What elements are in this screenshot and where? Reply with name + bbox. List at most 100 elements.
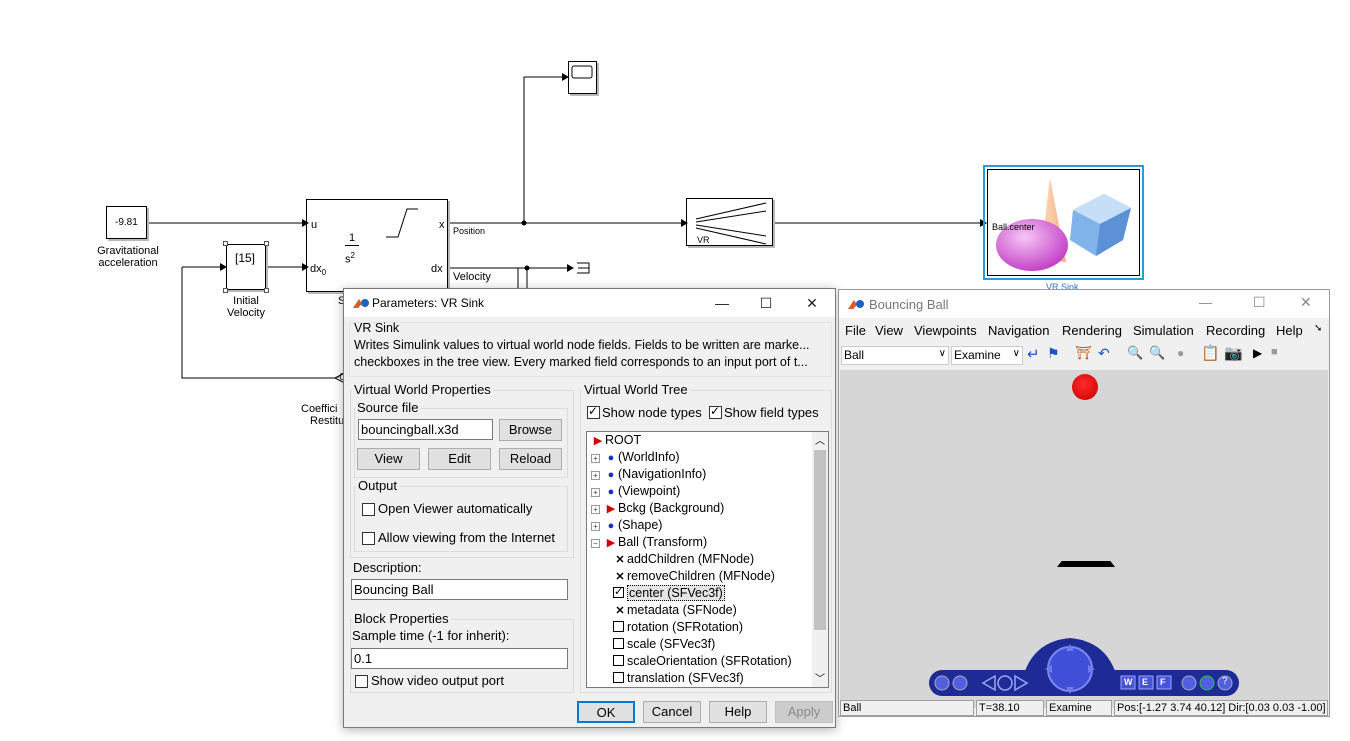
tree-item-scale[interactable]: scale (SFVec3f) [613,636,715,653]
nav-mode-select[interactable]: Examine ∨ [951,346,1023,365]
vr-block[interactable]: VR [686,198,773,246]
apply-button[interactable]: Apply [775,701,833,723]
menu-viewpoints[interactable]: Viewpoints [914,323,977,338]
show-field-types-checkbox[interactable] [709,404,722,419]
viewpoint-select[interactable]: Ball ∨ [841,346,949,365]
second-order-integrator-block[interactable]: u dx0 x dx 1 s2 [306,199,448,292]
tree-item-metadata[interactable]: ✕ metadata (SFNode) [613,602,737,619]
vw-tree[interactable]: ▶ ROOT + ● (WorldInfo) + ● (NavigationInfo) +… [586,431,829,688]
view-button[interactable]: View [357,448,420,470]
close-button[interactable]: ✕ [790,291,834,315]
field-checkbox[interactable] [613,672,624,683]
tree-item-label: addChildren (MFNode) [627,552,755,566]
menu-recording[interactable]: Recording [1206,323,1265,338]
scroll-thumb[interactable] [814,450,826,630]
navigation-panel[interactable] [925,632,1245,702]
show-node-types-checkbox[interactable] [587,404,600,419]
tree-item-label: scale (SFVec3f) [627,637,716,651]
nav-fly-button[interactable]: F [1160,677,1166,687]
help-icon[interactable]: ? [1222,676,1228,687]
stop-icon[interactable]: ■ [1271,346,1278,358]
menu-rendering[interactable]: Rendering [1062,323,1122,338]
tree-item-label: (Viewpoint) [618,484,681,498]
zoom-out-icon[interactable]: 🔍 [1149,345,1165,361]
sample-time-input[interactable]: 0.1 [351,648,568,669]
menu-file[interactable]: File [845,323,866,338]
viewer-maximize-button[interactable]: ☐ [1253,294,1266,311]
field-checkbox[interactable] [613,584,624,601]
tree-item-viewpoint[interactable]: + ● (Viewpoint) [591,483,680,500]
tree-item-center[interactable]: center (SFVec3f) [613,584,725,602]
undo-move-icon[interactable]: ↶ [1098,345,1110,362]
selection-handles [223,241,269,293]
cancel-button[interactable]: Cancel [643,701,701,723]
scroll-down-icon[interactable]: ﹀ [815,670,825,685]
maximize-button[interactable]: ☐ [744,291,788,315]
initial-velocity-label-line2: Velocity [227,307,265,319]
tree-item-scaleorientation[interactable]: scaleOrientation (SFRotation) [613,653,792,670]
tree-item-translation[interactable]: translation (SFVec3f) [613,670,744,687]
edit-button[interactable]: Edit [428,448,491,470]
expand-icon[interactable]: + [591,522,600,531]
field-checkbox[interactable] [613,638,624,649]
tree-item-bckg[interactable]: + ▶ Bckg (Background) [591,500,724,517]
port-x: x [439,219,445,231]
open-viewer-checkbox[interactable] [362,503,375,516]
description-input[interactable]: Bouncing Ball [351,579,568,600]
help-button[interactable]: Help [709,701,767,723]
tree-item-navigationinfo[interactable]: + ● (NavigationInfo) [591,466,706,483]
tree-item-removechildren[interactable]: ✕ removeChildren (MFNode) [613,568,775,585]
menu-help[interactable]: Help [1276,323,1303,338]
expand-icon[interactable]: + [591,471,600,480]
tree-item-worldinfo[interactable]: + ● (WorldInfo) [591,449,680,466]
tree-item-shape[interactable]: + ● (Shape) [591,517,662,534]
menu-simulation[interactable]: Simulation [1133,323,1194,338]
viewer-minimize-button[interactable]: — [1199,295,1212,310]
tree-scrollbar[interactable]: ︿ ﹀ [812,432,828,687]
tree-item-addchildren[interactable]: ✕ addChildren (MFNode) [613,551,754,568]
show-field-types-label: Show field types [724,405,819,420]
viewer-titlebar[interactable]: Bouncing Ball — ☐ ✕ [839,290,1329,318]
source-file-input[interactable]: bouncingball.x3d [358,419,493,440]
tree-item-root[interactable]: ▶ ROOT [591,432,641,449]
allow-internet-checkbox[interactable] [362,532,375,545]
tree-item-ball[interactable]: − ▶ Ball (Transform) [591,534,707,551]
viewer-close-button[interactable]: ✕ [1300,294,1312,311]
expand-icon[interactable]: + [591,505,600,514]
scope-block[interactable] [568,61,597,94]
vr-sink-block[interactable]: Ball.center [983,165,1144,280]
expand-icon[interactable]: + [591,454,600,463]
dialog-titlebar[interactable]: Parameters: VR Sink — ☐ ✕ [344,289,835,317]
show-video-checkbox[interactable] [355,675,368,688]
scroll-up-icon[interactable]: ︿ [815,432,825,447]
browse-button[interactable]: Browse [499,419,562,441]
field-checkbox[interactable] [613,621,624,632]
ok-button[interactable]: OK [577,701,635,723]
menu-navigation[interactable]: Navigation [988,323,1049,338]
reload-button[interactable]: Reload [499,448,562,470]
gravity-constant-block[interactable]: -9.81 [106,206,147,239]
record-icon[interactable]: ● [1177,346,1184,360]
tree-item-label: ROOT [605,433,642,447]
straighten-icon[interactable]: ⛩ [1075,345,1092,361]
expand-icon[interactable]: + [591,488,600,497]
menu-overflow-icon[interactable]: ➘ [1314,323,1322,334]
vr-scene[interactable]: W E F ? [840,370,1328,708]
flag-icon[interactable]: ⚑ [1047,345,1060,362]
nav-examine-button[interactable]: E [1142,677,1148,687]
play-icon[interactable]: ▶ [1253,346,1262,360]
clipboard-icon[interactable]: 📋 [1201,344,1220,362]
field-checkbox[interactable] [613,655,624,666]
camera-icon[interactable]: 📷 [1224,344,1243,362]
chevron-down-icon: ∨ [1012,348,1020,359]
tree-item-label: metadata (SFNode) [627,603,737,617]
zoom-in-icon[interactable]: 🔍 [1127,345,1143,361]
tree-item-label: removeChildren (MFNode) [627,569,775,583]
return-icon[interactable]: ↵ [1027,345,1040,363]
chevron-down-icon: ∨ [938,348,946,359]
menu-view[interactable]: View [875,323,903,338]
nav-walk-button[interactable]: W [1124,677,1133,687]
minimize-button[interactable]: — [700,291,744,315]
collapse-icon[interactable]: − [591,539,600,548]
tree-item-rotation[interactable]: rotation (SFRotation) [613,619,743,636]
